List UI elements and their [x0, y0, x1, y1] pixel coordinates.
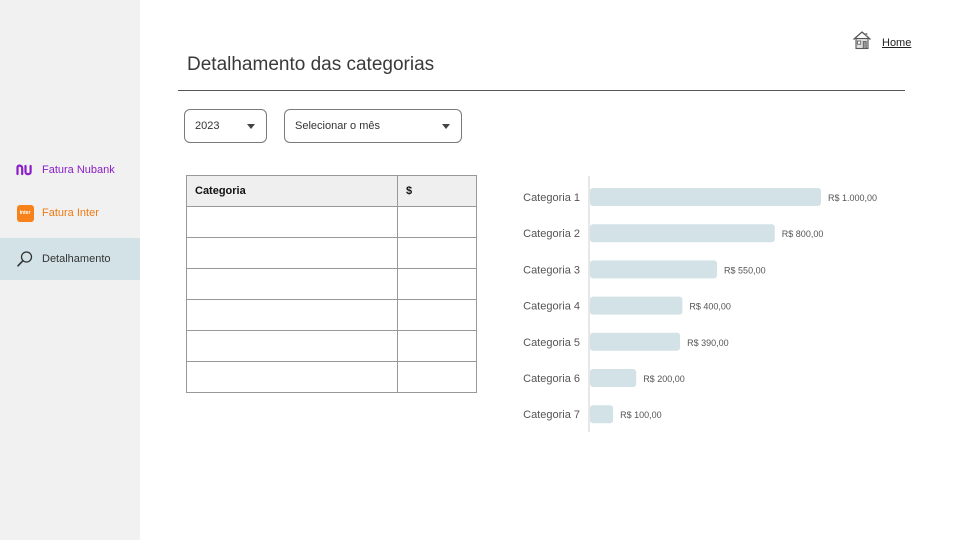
- table-cell-valor: [397, 268, 477, 300]
- bar-value-label: R$ 100,00: [620, 410, 662, 420]
- category-tick-label: Categoria 6: [523, 373, 580, 385]
- month-select-value: Selecionar o mês: [295, 120, 380, 132]
- chart-bar: [590, 405, 614, 424]
- magnifier-icon: [16, 250, 34, 268]
- category-tick-label: Categoria 7: [523, 409, 580, 421]
- sidebar-item-fatura-nubank[interactable]: Fatura Nubank: [0, 149, 140, 191]
- bar-value-label: R$ 200,00: [643, 374, 685, 384]
- table-cell-valor: [397, 237, 477, 269]
- table-row: [186, 299, 477, 331]
- table-header-row: Categoria $: [186, 175, 477, 207]
- table-cell-categoria: [186, 330, 398, 362]
- sidebar: Fatura Nubank inter Fatura Inter Detalha…: [0, 0, 140, 540]
- sidebar-item-fatura-inter[interactable]: inter Fatura Inter: [0, 192, 140, 234]
- home-link[interactable]: Home: [852, 30, 911, 55]
- sidebar-item-label: Fatura Inter: [42, 207, 99, 219]
- bar-value-label: R$ 550,00: [724, 265, 766, 275]
- table-cell-valor: [397, 361, 477, 393]
- column-header-categoria: Categoria: [186, 175, 398, 207]
- chart-bar: [590, 260, 718, 279]
- table-row: [186, 237, 477, 269]
- chart-bar: [590, 369, 637, 387]
- year-select-value: 2023: [195, 120, 220, 132]
- table-cell-categoria: [186, 268, 398, 300]
- house-icon: [852, 30, 872, 55]
- sidebar-item-label: Detalhamento: [42, 253, 111, 265]
- chart-bar: [590, 332, 681, 351]
- table-cell-categoria: [186, 361, 398, 393]
- bar-value-label: R$ 1.000,00: [828, 193, 877, 203]
- category-table: Categoria $: [186, 175, 477, 393]
- table-cell-valor: [397, 330, 477, 362]
- category-bar-chart: Categoria 1 R$ 1.000,00 Categoria 2 R$ 800,…: [523, 176, 877, 432]
- category-tick-label: Categoria 1: [523, 192, 580, 204]
- sidebar-item-detalhamento[interactable]: Detalhamento: [0, 238, 140, 280]
- bar-value-label: R$ 390,00: [687, 338, 729, 348]
- inter-logo-text: inter: [16, 204, 34, 222]
- category-tick-label: Categoria 4: [523, 301, 580, 313]
- chevron-down-icon: [247, 124, 255, 129]
- nubank-logo-icon: [16, 161, 34, 179]
- home-label: Home: [882, 36, 912, 49]
- column-header-valor: $: [397, 175, 477, 207]
- month-select[interactable]: Selecionar o mês: [284, 109, 462, 143]
- bar-value-label: R$ 400,00: [689, 302, 731, 312]
- table-cell-valor: [397, 206, 477, 238]
- inter-logo-icon: inter: [16, 204, 34, 222]
- bar-value-label: R$ 800,00: [782, 229, 824, 239]
- category-tick-label: Categoria 2: [523, 228, 580, 240]
- table-cell-categoria: [186, 237, 398, 269]
- table-row: [186, 330, 477, 362]
- chart-bar: [590, 296, 683, 315]
- table-row: [186, 268, 477, 300]
- year-select[interactable]: 2023: [184, 109, 267, 143]
- page-title: Detalhamento das categorias: [187, 54, 435, 75]
- category-tick-label: Categoria 5: [523, 337, 580, 349]
- chart-bar: [590, 188, 821, 206]
- chart-bar: [590, 224, 775, 243]
- table-row: [186, 361, 477, 393]
- chevron-down-icon: [442, 124, 450, 129]
- sidebar-item-label: Fatura Nubank: [42, 164, 115, 176]
- table-cell-categoria: [186, 206, 398, 238]
- table-cell-valor: [397, 299, 477, 331]
- table-row: [186, 206, 477, 238]
- table-cell-categoria: [186, 299, 398, 331]
- title-divider: [178, 90, 905, 91]
- category-tick-label: Categoria 3: [523, 264, 580, 276]
